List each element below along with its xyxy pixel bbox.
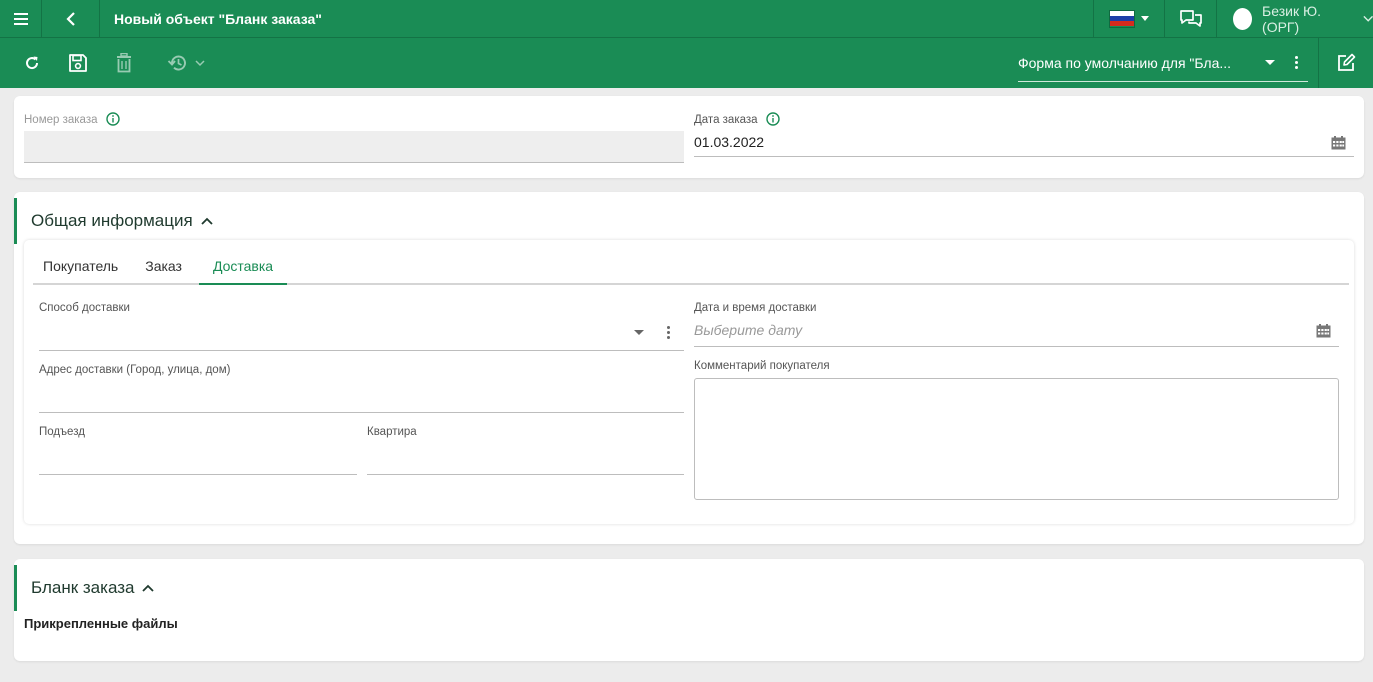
- order-number-label: Номер заказа: [24, 112, 120, 127]
- entrance-label: Подъезд: [39, 426, 85, 438]
- menu-button[interactable]: [0, 0, 42, 38]
- order-blank-header[interactable]: Бланк заказа: [14, 565, 155, 611]
- chevron-up-icon: [201, 217, 213, 225]
- apartment-label: Квартира: [367, 426, 417, 438]
- delivery-datetime-label: Дата и время доставки: [694, 302, 817, 314]
- edit-form-button[interactable]: [1318, 38, 1373, 88]
- delivery-address-label: Адрес доставки (Город, улица, дом): [39, 364, 231, 376]
- chevron-left-icon: [65, 11, 75, 26]
- save-button[interactable]: [55, 38, 101, 88]
- section-title: Бланк заказа: [31, 578, 135, 597]
- user-name: Безик Ю. (ОРГ): [1262, 2, 1321, 35]
- edit-icon: [1338, 53, 1356, 71]
- delete-icon: [117, 53, 131, 73]
- history-icon: [167, 55, 186, 71]
- tab-delivery[interactable]: Доставка: [198, 248, 288, 285]
- info-icon[interactable]: [766, 112, 780, 126]
- caret-down-icon: [1265, 60, 1275, 65]
- caret-down-icon: [1141, 16, 1149, 21]
- buyer-comment-label: Комментарий покупателя: [694, 360, 830, 372]
- refresh-icon: [26, 56, 39, 70]
- chevron-up-icon: [142, 584, 155, 592]
- tab-order[interactable]: Заказ: [135, 248, 192, 283]
- save-icon: [69, 54, 87, 72]
- order-number-field: [24, 131, 684, 163]
- form-selector[interactable]: Форма по умолчанию для "Бла...: [1018, 44, 1308, 82]
- russia-flag-icon: [1109, 9, 1135, 28]
- app-header: Новый объект "Бланк заказа" Безик Ю. (ОР…: [0, 0, 1373, 38]
- history-button[interactable]: [155, 38, 217, 88]
- info-icon[interactable]: [105, 112, 120, 126]
- chevron-down-icon: [195, 59, 205, 66]
- attached-files-label: Прикрепленные файлы: [24, 616, 178, 631]
- calendar-icon[interactable]: [1331, 136, 1346, 150]
- delete-button[interactable]: [101, 38, 147, 88]
- order-header-card: Номер заказа Дата заказа 01.03.2022: [14, 96, 1364, 178]
- refresh-button[interactable]: [9, 38, 55, 88]
- entrance-input[interactable]: [39, 440, 357, 475]
- apartment-input[interactable]: [367, 440, 684, 475]
- order-date-value[interactable]: 01.03.2022: [694, 134, 764, 150]
- hamburger-icon: [13, 12, 28, 25]
- tab-bar: Покупатель Заказ Доставка: [33, 248, 1349, 285]
- tab-buyer[interactable]: Покупатель: [33, 248, 128, 283]
- general-info-card: Общая информация Покупатель Заказ Достав…: [14, 192, 1364, 544]
- form-selector-value: Форма по умолчанию для "Бла...: [1018, 54, 1232, 71]
- delivery-method-label: Способ доставки: [39, 302, 130, 314]
- order-date-label: Дата заказа: [694, 112, 780, 127]
- order-blank-card: Бланк заказа Прикрепленные файлы: [14, 559, 1364, 661]
- tabs-panel: Покупатель Заказ Доставка Способ доставк…: [24, 240, 1354, 524]
- more-options-icon[interactable]: [667, 326, 670, 339]
- back-button[interactable]: [42, 0, 100, 38]
- order-date-underline: [694, 156, 1354, 157]
- delivery-datetime-input[interactable]: [694, 316, 1339, 347]
- caret-down-icon[interactable]: [634, 330, 644, 335]
- avatar: [1233, 7, 1253, 30]
- toolbar: Форма по умолчанию для "Бла...: [0, 38, 1373, 88]
- user-menu[interactable]: Безик Ю. (ОРГ): [1217, 0, 1373, 38]
- delivery-method-select[interactable]: [39, 316, 684, 351]
- more-options-icon[interactable]: [1295, 56, 1298, 69]
- chevron-down-icon: [1362, 15, 1373, 22]
- messages-button[interactable]: [1165, 0, 1217, 38]
- delivery-address-input[interactable]: [39, 378, 684, 413]
- language-selector[interactable]: [1093, 0, 1165, 38]
- general-info-header[interactable]: Общая информация: [14, 198, 213, 244]
- section-title: Общая информация: [31, 211, 193, 230]
- chat-icon: [1179, 9, 1202, 27]
- buyer-comment-textarea[interactable]: [694, 378, 1339, 500]
- calendar-icon[interactable]: [1316, 324, 1331, 338]
- page-title: Новый объект "Бланк заказа": [114, 10, 322, 27]
